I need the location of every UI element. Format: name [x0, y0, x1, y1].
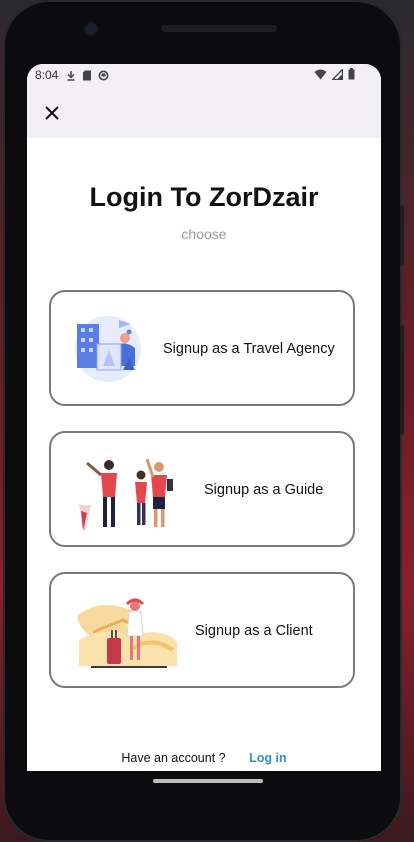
- volume-button: [400, 205, 404, 265]
- page-subtitle: choose: [181, 226, 227, 242]
- travel-agency-illustration: [75, 316, 141, 382]
- battery-icon: [348, 68, 355, 80]
- wifi-icon: [314, 69, 327, 79]
- client-illustration: [77, 598, 177, 668]
- signup-client-button[interactable]: Signup as a Client: [49, 572, 355, 688]
- option-label: Signup as a Travel Agency: [163, 341, 335, 357]
- app-screen: 8:04 Login To ZorDzair choose Signup as …: [27, 64, 381, 771]
- front-camera: [85, 23, 97, 35]
- signup-travel-agency-button[interactable]: Signup as a Travel Agency: [49, 290, 355, 406]
- circle-app-icon: [98, 70, 109, 80]
- sd-card-icon: [83, 70, 92, 80]
- earpiece-speaker: [161, 25, 277, 32]
- option-label: Signup as a Guide: [204, 482, 324, 498]
- download-icon: [67, 70, 75, 81]
- close-button[interactable]: [39, 100, 65, 126]
- gesture-home-bar[interactable]: [153, 779, 263, 783]
- option-label: Signup as a Client: [195, 623, 313, 639]
- app-bar: [27, 86, 381, 138]
- footer-login-prompt: Have an account ? Log in: [27, 751, 381, 765]
- login-link[interactable]: Log in: [249, 751, 287, 765]
- guide-illustration: [79, 458, 173, 533]
- close-icon: [45, 106, 59, 120]
- status-time: 8:04: [35, 68, 59, 82]
- page-title: Login To ZorDzair: [89, 182, 319, 212]
- power-button: [400, 325, 404, 435]
- signal-icon: [332, 68, 343, 80]
- status-icons-right: [314, 68, 355, 80]
- phone-frame: 8:04 Login To ZorDzair choose Signup as …: [3, 0, 404, 842]
- signup-guide-button[interactable]: Signup as a Guide: [49, 431, 355, 547]
- status-icons-left: [66, 70, 109, 81]
- status-bar: 8:04: [27, 64, 381, 86]
- have-account-text: Have an account ?: [121, 751, 226, 765]
